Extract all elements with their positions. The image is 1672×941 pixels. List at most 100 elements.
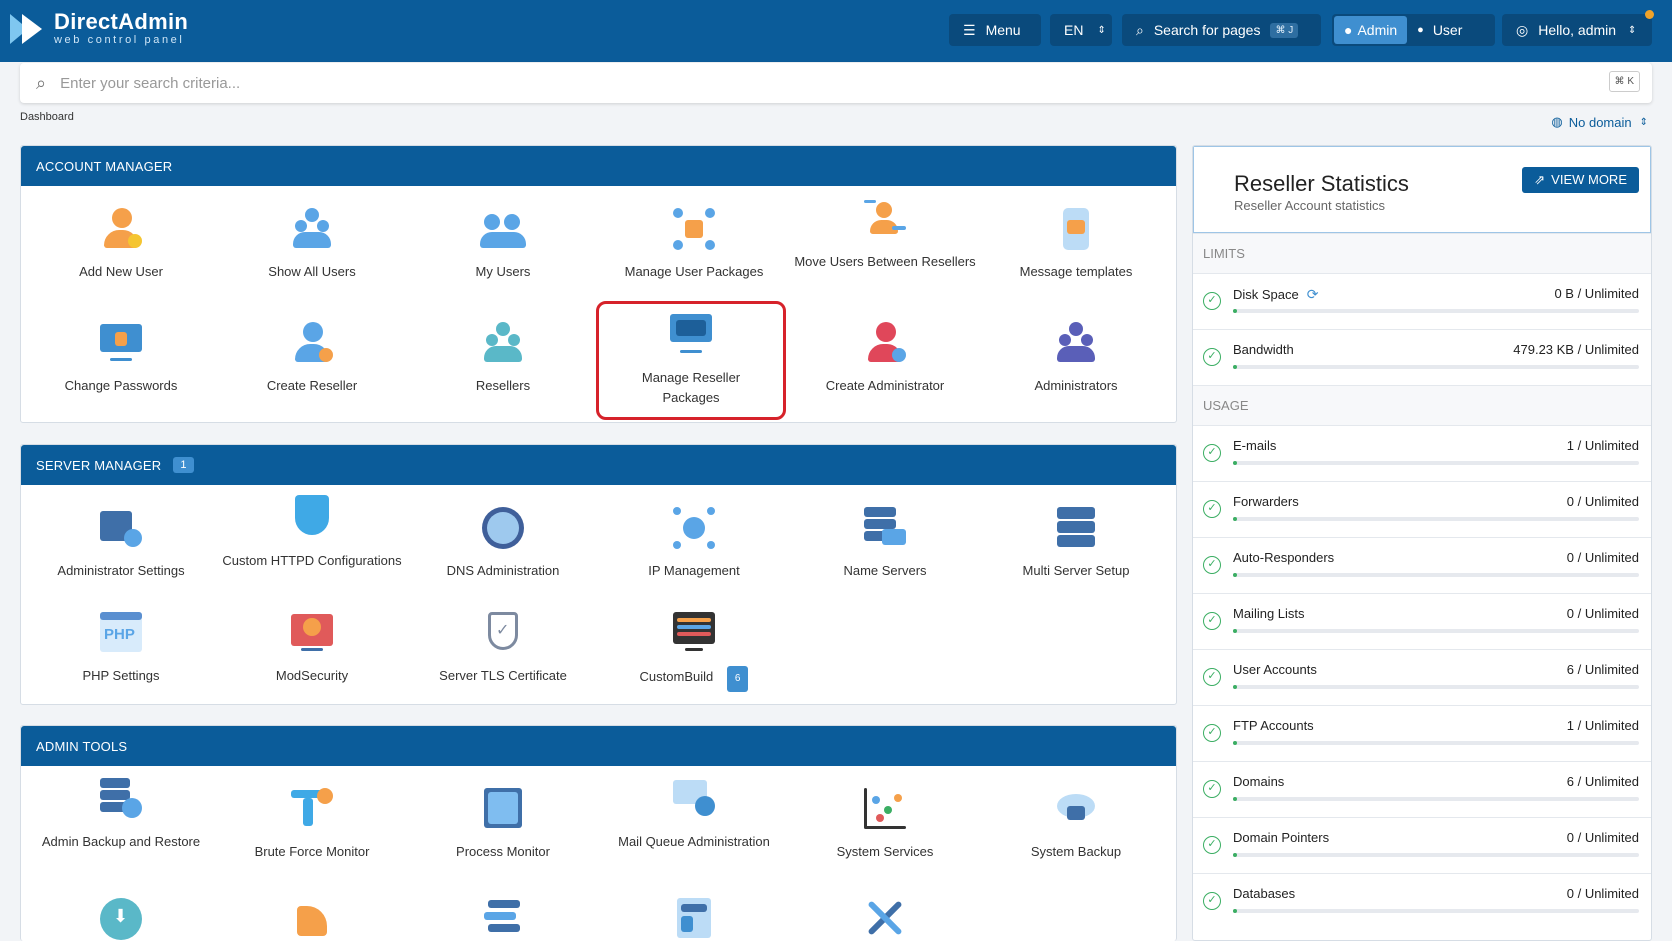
tile-manage-user-packages[interactable]: Manage User Packages [599,206,789,282]
stat-name-text: Auto-Responders [1233,550,1335,565]
tile-resellers[interactable]: Resellers [408,320,598,396]
stat-name: Auto-Responders [1233,550,1334,565]
stat-name-text: Domain Pointers [1233,830,1330,845]
tile-show-all-users[interactable]: Show All Users [217,206,407,282]
tile-label: Change Passwords [64,378,178,393]
httpd-shield-icon [289,495,335,541]
panel-title: ACCOUNT MANAGER [36,158,173,174]
tile-announce-icon-partial[interactable] [217,896,407,941]
stat-name-text: Databases [1233,886,1296,901]
stat-row: ✓ Mailing Lists 0 / Unlimited [1193,593,1651,649]
tile-change-passwords[interactable]: Change Passwords [26,320,216,396]
custombuild-badge: 6 [726,666,749,692]
updown-icon: ⇕ [1639,116,1648,128]
shortcut-badge: ⌘ K [1608,71,1640,92]
tile-process-monitor[interactable]: Process Monitor [408,786,598,862]
tile-php-settings[interactable]: PHP PHP Settings [26,610,216,686]
check-circle-icon: ✓ [1203,292,1221,310]
tile-label: Custom HTTPD Configurations [222,553,402,568]
tile-label: Move Users Between Resellers [794,254,976,269]
tile-modsecurity[interactable]: ModSecurity [217,610,407,686]
tile-add-new-user[interactable]: Add New User [26,206,216,282]
tile-server-tls-certificate[interactable]: ✓ Server TLS Certificate [408,610,598,686]
message-template-icon [1053,206,1099,252]
stat-value: 0 B / Unlimited [1554,286,1639,301]
stat-row: ✓ Bandwidth 479.23 KB / Unlimited [1193,329,1651,385]
stat-value: 0 / Unlimited [1566,494,1639,509]
stat-name: FTP Accounts [1233,718,1314,733]
tile-label: IP Management [648,563,740,578]
tile-list-icon-partial[interactable] [408,896,598,941]
tile-label: Multi Server Setup [1022,563,1130,578]
tile-label: Mail Queue Administration [618,834,770,849]
role-admin-tab[interactable]: ● Admin [1334,16,1408,44]
stat-progress-bar [1233,629,1639,633]
create-admin-icon [862,320,908,366]
stat-value: 1 / Unlimited [1566,438,1639,453]
tile-label: Brute Force Monitor [254,844,370,859]
tile-tools-icon-partial[interactable] [790,896,980,941]
tile-multi-server-setup[interactable]: Multi Server Setup [981,505,1171,581]
dns-globe-icon [480,505,526,551]
stat-progress-bar [1233,797,1639,801]
tile-create-reseller[interactable]: Create Reseller [217,320,407,396]
tile-create-administrator[interactable]: Create Administrator [790,320,980,396]
stat-value: 479.23 KB / Unlimited [1513,342,1639,357]
menu-button[interactable]: ☰ Menu [949,14,1041,46]
tile-label: Process Monitor [456,844,550,859]
search-pages-button[interactable]: ⌕ Search for pages ⌘ J [1122,14,1321,46]
tile-label: Administrators [1034,378,1118,393]
account-manager-panel: ACCOUNT MANAGER Add New User Show All Us… [20,145,1177,423]
breadcrumb[interactable]: Dashboard [20,111,74,123]
panel-header: ACCOUNT MANAGER [21,146,1176,186]
tile-system-backup[interactable]: System Backup [981,786,1171,862]
tile-layout-icon-partial[interactable] [599,896,789,941]
directadmin-logo[interactable]: DirectAdmin web control panel [10,10,188,48]
cloud-backup-icon [1053,786,1099,832]
tile-download-icon-partial[interactable]: ⬇ [26,896,216,941]
stat-name: Disk Space ⟳ [1233,286,1318,303]
tile-name-servers[interactable]: Name Servers [790,505,980,581]
tls-shield-icon: ✓ [480,610,526,656]
tile-administrator-settings[interactable]: Administrator Settings [26,505,216,581]
tile-my-users[interactable]: My Users [408,206,598,282]
refresh-icon[interactable]: ⟳ [1307,286,1319,302]
notification-dot[interactable] [1645,10,1654,19]
tile-manage-reseller-packages[interactable]: Manage Reseller Packages [596,301,786,420]
panel-title: ADMIN TOOLS [36,738,128,754]
tile-administrators[interactable]: Administrators [981,320,1171,396]
stat-progress-bar [1233,309,1639,313]
stats-subtitle: Reseller Account statistics [1234,198,1386,213]
tile-dns-administration[interactable]: DNS Administration [408,505,598,581]
tile-mail-queue-administration[interactable]: Mail Queue Administration [599,776,789,852]
stat-name-text: Mailing Lists [1233,606,1305,621]
tile-label: Resellers [475,378,531,393]
tile-admin-backup-and-restore[interactable]: Admin Backup and Restore [26,776,216,852]
view-more-button[interactable]: ⇗ VIEW MORE [1522,167,1639,193]
tile-custom-httpd-configurations[interactable]: Custom HTTPD Configurations [217,495,407,571]
tile-brute-force-monitor[interactable]: Brute Force Monitor [217,786,407,862]
tile-ip-management[interactable]: IP Management [599,505,789,581]
stat-name: Domain Pointers [1233,830,1329,845]
tile-message-templates[interactable]: Message templates [981,206,1171,282]
stat-name: E-mails [1233,438,1276,453]
language-label: EN [1064,22,1084,38]
domain-selector[interactable]: ◍ No domain ⇕ [1551,114,1648,130]
custombuild-monitor-icon [671,610,717,656]
user-account-menu[interactable]: ◎ Hello, admin ⇕ [1502,14,1652,46]
tile-system-services[interactable]: System Services [790,786,980,862]
language-select[interactable]: EN ⇕ [1050,14,1112,46]
hello-label: Hello, admin [1538,22,1617,38]
stat-name-text: Disk Space [1233,287,1299,302]
stat-value: 6 / Unlimited [1566,662,1639,677]
tile-label: PHP Settings [82,668,160,683]
system-services-chart-icon [862,786,908,832]
hamburger-icon: ☰ [963,21,976,38]
shortcut-badge: ⌘ J [1270,22,1299,38]
tile-move-users-between-resellers[interactable]: Move Users Between Resellers [790,196,980,272]
role-switcher: ● Admin ● User [1332,14,1495,46]
tile-custombuild[interactable]: CustomBuild 6 [599,610,789,692]
role-user-tab[interactable]: ● User [1407,16,1472,44]
search-input[interactable] [60,74,1541,92]
tile-label: Administrator Settings [57,563,185,578]
